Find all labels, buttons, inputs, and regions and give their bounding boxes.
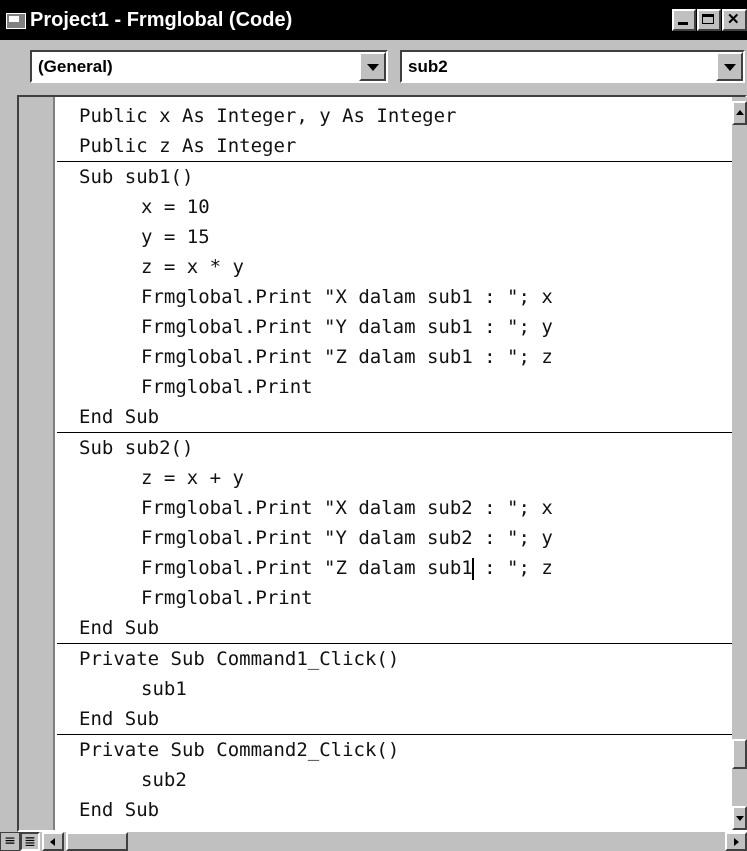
code-editor[interactable]: Public x As Integer, y As Integer Public… xyxy=(17,95,747,832)
code-line[interactable]: Public z As Integer xyxy=(57,131,745,161)
code-block: Private Sub Command2_Click() sub2 End Su… xyxy=(57,735,745,825)
code-block: Public x As Integer, y As Integer Public… xyxy=(57,101,745,162)
procedure-view-icon[interactable]: ≡ xyxy=(0,832,20,851)
code-line[interactable]: Frmglobal.Print "Y dalam sub2 : "; y xyxy=(57,523,745,553)
code-line[interactable]: End Sub xyxy=(57,704,745,734)
maximize-icon[interactable] xyxy=(697,9,721,31)
scroll-down-icon[interactable] xyxy=(732,806,747,830)
full-module-view-icon[interactable]: ≣ xyxy=(20,832,40,851)
object-combo-value: (General) xyxy=(38,57,113,76)
code-line[interactable]: y = 15 xyxy=(57,222,745,252)
dropdown-arrow-icon[interactable] xyxy=(716,52,743,81)
code-line[interactable]: Sub sub2() xyxy=(57,433,745,463)
code-line[interactable]: End Sub xyxy=(57,402,745,432)
code-line-with-caret[interactable]: Frmglobal.Print "Z dalam sub1 : "; z xyxy=(57,553,745,583)
scroll-left-icon[interactable] xyxy=(42,832,64,851)
vertical-scroll-thumb[interactable] xyxy=(732,739,747,769)
window-icon[interactable] xyxy=(6,13,26,29)
code-line[interactable]: sub2 xyxy=(57,765,745,795)
bottom-bar: ≡ ≣ xyxy=(0,832,747,851)
procedure-combo[interactable]: sub2 xyxy=(400,50,745,83)
text-caret xyxy=(471,557,474,580)
code-line[interactable]: Private Sub Command1_Click() xyxy=(57,644,745,674)
code-line[interactable]: Frmglobal.Print "Y dalam sub1 : "; y xyxy=(57,312,745,342)
code-line[interactable]: x = 10 xyxy=(57,192,745,222)
code-line[interactable]: Private Sub Command2_Click() xyxy=(57,735,745,765)
minimize-icon[interactable] xyxy=(672,9,696,31)
code-line[interactable]: End Sub xyxy=(57,613,745,643)
procedure-combo-value: sub2 xyxy=(408,57,448,76)
vertical-scrollbar[interactable] xyxy=(732,97,747,830)
code-line[interactable]: z = x * y xyxy=(57,252,745,282)
code-line[interactable]: Sub sub1() xyxy=(57,162,745,192)
code-line[interactable]: Frmglobal.Print "X dalam sub1 : "; x xyxy=(57,282,745,312)
code-line[interactable]: Frmglobal.Print "X dalam sub2 : "; x xyxy=(57,493,745,523)
scroll-right-icon[interactable] xyxy=(725,832,747,851)
margin-indicator-bar[interactable] xyxy=(19,97,55,830)
code-line[interactable]: sub1 xyxy=(57,674,745,704)
horizontal-scrollbar[interactable] xyxy=(42,832,747,851)
code-line[interactable]: End Sub xyxy=(57,795,745,825)
code-block: Sub sub1() x = 10 y = 15 z = x * y Frmgl… xyxy=(57,162,745,433)
scroll-up-icon[interactable] xyxy=(732,101,747,125)
dropdown-arrow-icon[interactable] xyxy=(359,52,386,81)
code-line[interactable]: z = x + y xyxy=(57,463,745,493)
code-line[interactable]: Frmglobal.Print "Z dalam sub1 : "; z xyxy=(57,342,745,372)
window-title: Project1 - Frmglobal (Code) xyxy=(30,9,293,31)
code-area[interactable]: Public x As Integer, y As Integer Public… xyxy=(57,101,745,825)
object-combo[interactable]: (General) xyxy=(30,50,388,83)
close-icon[interactable] xyxy=(722,9,747,31)
title-bar[interactable]: Project1 - Frmglobal (Code) xyxy=(0,0,747,40)
code-line[interactable]: Frmglobal.Print xyxy=(57,583,745,613)
code-line[interactable]: Frmglobal.Print xyxy=(57,372,745,402)
code-block: Sub sub2() z = x + y Frmglobal.Print "X … xyxy=(57,433,745,644)
code-line[interactable]: Public x As Integer, y As Integer xyxy=(57,101,745,131)
code-block: Private Sub Command1_Click() sub1 End Su… xyxy=(57,644,745,735)
horizontal-scroll-thumb[interactable] xyxy=(66,832,128,851)
